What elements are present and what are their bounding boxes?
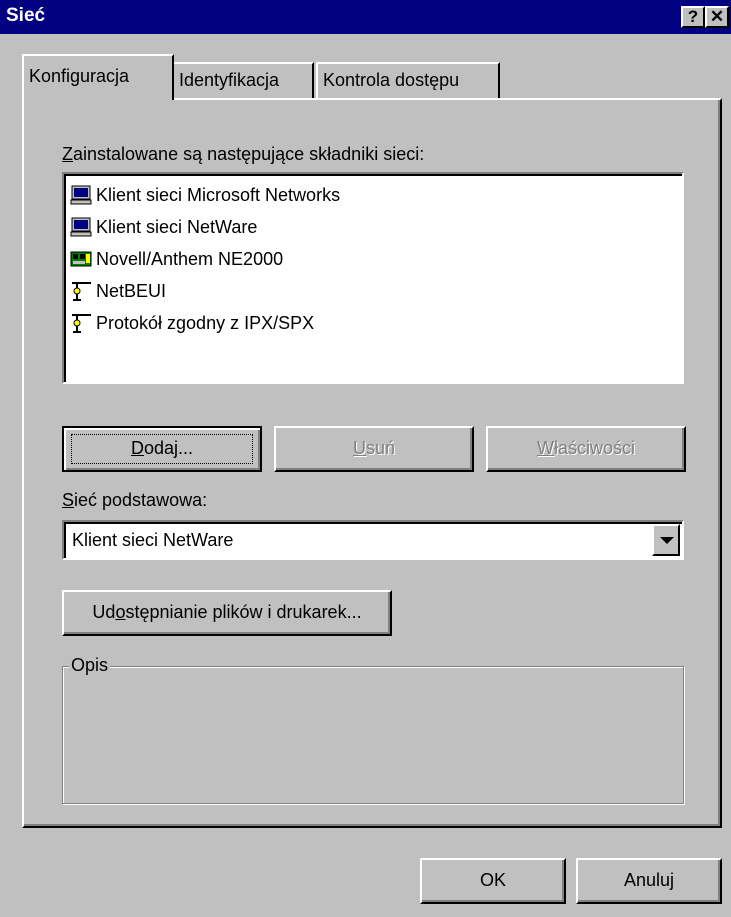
selected-value: Klient sieci NetWare: [72, 530, 234, 550]
focus-ring: [71, 434, 253, 464]
tab-label: Kontrola dostępu: [323, 70, 460, 90]
components-label: Zainstalowane są następujące składniki s…: [62, 144, 424, 165]
protocol-icon: [70, 280, 92, 302]
file-printer-sharing-button[interactable]: Udostępnianie plików i drukarek...: [62, 590, 392, 636]
client-icon: [70, 184, 92, 206]
mnemonic: U: [352, 438, 366, 458]
button-label: suń: [365, 438, 396, 458]
list-item[interactable]: Klient sieci Microsoft Networks: [70, 180, 340, 210]
mnemonic: o: [115, 602, 126, 622]
label-text: ieć podstawowa:: [74, 490, 208, 510]
cancel-button[interactable]: Anuluj: [576, 858, 722, 904]
group-label: Opis: [69, 655, 111, 676]
list-item-label: NetBEUI: [96, 280, 167, 301]
tab-kontrola-dostepu[interactable]: Kontrola dostępu: [316, 62, 500, 98]
mnemonic: W: [536, 438, 554, 458]
components-list[interactable]: Klient sieci Microsoft Networks Klient s…: [62, 172, 684, 384]
title-bar[interactable]: Sieć ? ✕: [0, 0, 731, 34]
button-label: Ud: [92, 602, 116, 622]
button-label: Anuluj: [623, 870, 675, 890]
list-item-label: Novell/Anthem NE2000: [96, 248, 284, 269]
list-item-label: Klient sieci Microsoft Networks: [96, 184, 341, 205]
client-icon: [70, 216, 92, 238]
button-label: OK: [479, 870, 506, 890]
close-button[interactable]: ✕: [705, 6, 729, 28]
button-label: stępnianie plików i drukarek...: [125, 602, 362, 622]
properties-button[interactable]: Właściwości: [486, 426, 686, 472]
list-item[interactable]: Klient sieci NetWare: [70, 212, 257, 242]
ok-button[interactable]: OK: [420, 858, 566, 904]
tab-konfiguracja[interactable]: Konfiguracja: [22, 54, 174, 100]
protocol-icon: [70, 312, 92, 334]
tab-label: Konfiguracja: [29, 66, 130, 86]
tab-label: Identyfikacja: [179, 70, 280, 90]
primary-network-select[interactable]: Klient sieci NetWare: [62, 520, 684, 560]
tab-identyfikacja[interactable]: Identyfikacja: [172, 62, 314, 98]
chevron-down-icon[interactable]: [652, 524, 680, 556]
add-button[interactable]: Dodaj...: [62, 426, 262, 472]
mnemonic: S: [62, 490, 75, 510]
primary-network-label: Sieć podstawowa:: [62, 490, 207, 511]
window-title: Sieć: [6, 5, 46, 26]
button-label: łaściwości: [553, 438, 636, 458]
list-item-label: Protokół zgodny z IPX/SPX: [96, 312, 315, 333]
network-dialog: Sieć ? ✕ Identyfikacja Kontrola dostępu …: [0, 0, 731, 917]
label-text: ainstalowane są następujące składniki si…: [73, 144, 425, 164]
remove-button[interactable]: Usuń: [274, 426, 474, 472]
mnemonic: Z: [62, 144, 73, 164]
description-group: Opis: [62, 655, 684, 804]
list-item[interactable]: NetBEUI: [70, 276, 166, 306]
list-item[interactable]: Protokół zgodny z IPX/SPX: [70, 308, 314, 338]
adapter-icon: [70, 248, 92, 270]
list-item[interactable]: Novell/Anthem NE2000: [70, 244, 283, 274]
list-item-label: Klient sieci NetWare: [96, 216, 258, 237]
help-button[interactable]: ?: [681, 6, 705, 28]
